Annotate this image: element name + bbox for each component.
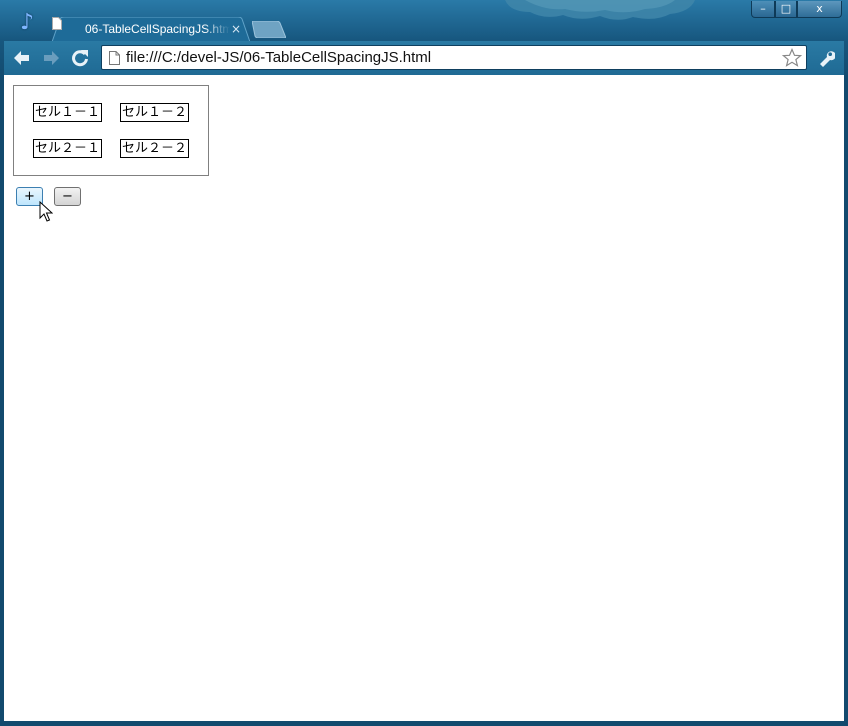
forward-arrow-icon[interactable] [41, 49, 61, 67]
decrease-spacing-button[interactable]: − [54, 187, 81, 206]
table-cell: セル１－１ [33, 103, 103, 122]
table-cell: セル２－１ [33, 139, 103, 158]
address-bar[interactable]: file:///C:/devel-JS/06-TableCellSpacingJ… [101, 45, 807, 70]
browser-window: ♪ 06-TableCellSpacingJS.html × – □ x fil… [0, 0, 848, 726]
page-icon [52, 17, 62, 30]
toolbar: file:///C:/devel-JS/06-TableCellSpacingJ… [4, 41, 844, 75]
theme-clouds-decoration [505, 0, 695, 20]
minimize-button[interactable]: – [751, 1, 775, 18]
music-note-icon[interactable]: ♪ [14, 10, 40, 36]
back-arrow-icon[interactable] [12, 49, 32, 67]
spacing-table: セル１－１ セル１－２ セル２－１ セル２－２ [13, 85, 210, 176]
table-row: セル１－１ セル１－２ [33, 103, 190, 122]
page-content: セル１－１ セル１－２ セル２－１ セル２－２ + − [4, 75, 844, 721]
close-window-button[interactable]: x [797, 1, 842, 18]
window-controls: – □ x [751, 1, 842, 19]
star-icon[interactable] [782, 48, 802, 68]
mouse-cursor-icon [39, 201, 53, 222]
wrench-icon[interactable] [817, 49, 835, 67]
reload-icon[interactable] [70, 49, 90, 67]
maximize-button[interactable]: □ [775, 1, 797, 18]
page-icon [109, 51, 120, 65]
tab-active[interactable]: 06-TableCellSpacingJS.html × [52, 17, 250, 42]
table-cell: セル１－２ [120, 103, 190, 122]
table-row: セル２－１ セル２－２ [33, 139, 190, 158]
tab-title: 06-TableCellSpacingJS.html [85, 22, 230, 36]
new-tab-button[interactable] [252, 21, 286, 38]
table-cell: セル２－２ [120, 139, 190, 158]
close-icon[interactable]: × [230, 22, 242, 36]
url-text[interactable]: file:///C:/devel-JS/06-TableCellSpacingJ… [126, 49, 431, 66]
